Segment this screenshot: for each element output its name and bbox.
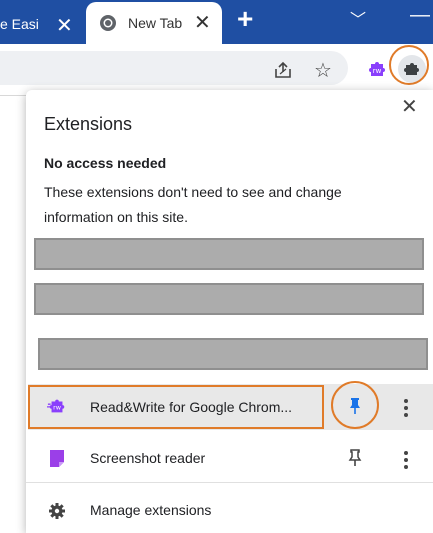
tab-active-title: New Tab — [128, 15, 183, 31]
tab-search-chevron-icon[interactable]: ﹀ — [350, 6, 366, 30]
new-tab-button[interactable]: + — [237, 4, 253, 34]
svg-text:rw: rw — [53, 405, 61, 412]
readwrite-icon[interactable]: rw — [366, 58, 388, 80]
panel-title: Extensions — [44, 114, 133, 134]
tab-previous-close-icon[interactable]: ✕ — [56, 13, 73, 38]
section-description: These extensions don't need to see and c… — [44, 184, 342, 225]
address-bar[interactable] — [0, 51, 348, 85]
menu-divider — [26, 482, 433, 483]
bookmark-star-icon[interactable]: ☆ — [314, 58, 332, 83]
screenshot-reader-icon — [50, 450, 64, 467]
pin-outline-icon[interactable] — [347, 449, 363, 467]
readwrite-icon: rw — [47, 399, 65, 413]
tab-active[interactable]: New Tab ✕ — [86, 2, 222, 44]
extension-name: Screenshot reader — [90, 450, 206, 466]
tab-active-close-icon[interactable]: ✕ — [194, 10, 211, 35]
gear-icon[interactable] — [48, 502, 66, 520]
highlight-ring-extensions — [389, 45, 429, 85]
highlight-ring-pin — [331, 381, 379, 429]
redacted-extension-row — [38, 338, 428, 370]
tab-previous-title: e Easi — [0, 16, 39, 32]
tab-previous[interactable]: e Easi ✕ — [0, 6, 86, 44]
extension-row-screenshot-reader[interactable] — [28, 435, 433, 481]
extension-name: Read&Write for Google Chrom... — [90, 399, 293, 415]
chrome-logo-icon — [100, 15, 116, 31]
share-icon[interactable] — [273, 60, 293, 80]
redacted-extension-row — [34, 238, 424, 270]
tab-strip: e Easi ✕ New Tab ✕ + ﹀ — — [0, 0, 433, 44]
close-icon[interactable]: ✕ — [401, 94, 418, 119]
redacted-extension-row — [34, 283, 424, 315]
section-heading: No access needed — [44, 155, 167, 171]
manage-extensions-link[interactable]: Manage extensions — [90, 502, 211, 518]
more-options-icon[interactable] — [404, 451, 408, 472]
window-minimize-button[interactable]: — — [410, 4, 430, 27]
svg-text:rw: rw — [373, 67, 382, 75]
page-divider — [0, 95, 26, 96]
more-options-icon[interactable] — [404, 399, 408, 420]
